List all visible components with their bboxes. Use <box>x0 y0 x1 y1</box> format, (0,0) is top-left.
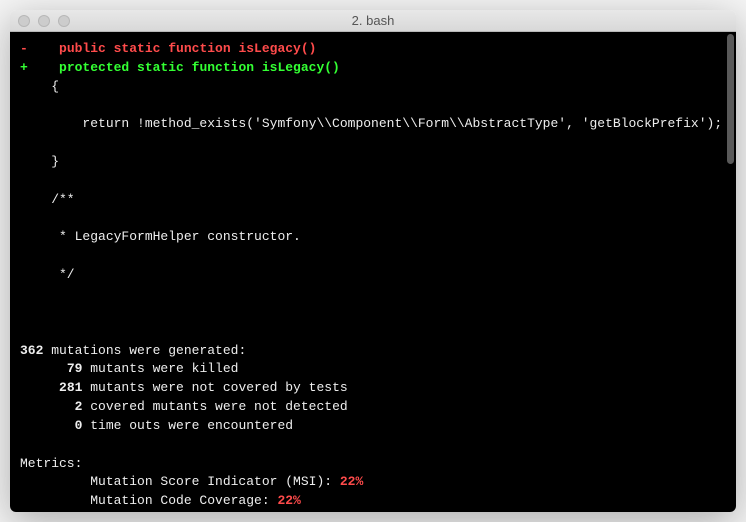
summary-count: 79 <box>67 361 83 376</box>
titlebar[interactable]: 2. bash <box>10 10 736 32</box>
summary-label: mutants were killed <box>82 361 238 376</box>
diff-context-line: /** <box>20 191 726 210</box>
diff-context-line: * LegacyFormHelper constructor. <box>20 228 726 247</box>
diff-context-line: { <box>20 78 726 97</box>
traffic-lights <box>18 15 70 27</box>
scrollbar[interactable] <box>727 34 734 164</box>
metrics-label: Mutation Code Coverage: <box>20 493 277 508</box>
terminal-window: 2. bash - public static function isLegac… <box>10 10 736 512</box>
metrics-value: 22% <box>340 474 363 489</box>
metrics-label: Mutation Score Indicator (MSI): <box>20 474 340 489</box>
diff-removed-line: public static function isLegacy() <box>28 41 317 56</box>
diff-added-line: protected static function isLegacy() <box>28 60 340 75</box>
close-icon[interactable] <box>18 15 30 27</box>
minimize-icon[interactable] <box>38 15 50 27</box>
summary-label: covered mutants were not detected <box>82 399 347 414</box>
summary-total-count: 362 <box>20 343 43 358</box>
diff-minus-prefix: - <box>20 41 28 56</box>
metrics-heading: Metrics: <box>20 456 82 471</box>
diff-context-line: */ <box>20 266 726 285</box>
terminal-body[interactable]: - public static function isLegacy()+ pro… <box>10 32 736 512</box>
diff-context-line: return !method_exists('Symfony\\Componen… <box>20 115 726 134</box>
summary-total-label: mutations were generated: <box>43 343 246 358</box>
summary-label: time outs were encountered <box>82 418 293 433</box>
zoom-icon[interactable] <box>58 15 70 27</box>
diff-context-line: } <box>20 153 726 172</box>
metrics-value: 22% <box>277 493 300 508</box>
diff-plus-prefix: + <box>20 60 28 75</box>
terminal-output: - public static function isLegacy()+ pro… <box>20 40 726 512</box>
summary-count: 281 <box>59 380 82 395</box>
window-title: 2. bash <box>10 13 736 28</box>
summary-label: mutants were not covered by tests <box>82 380 347 395</box>
